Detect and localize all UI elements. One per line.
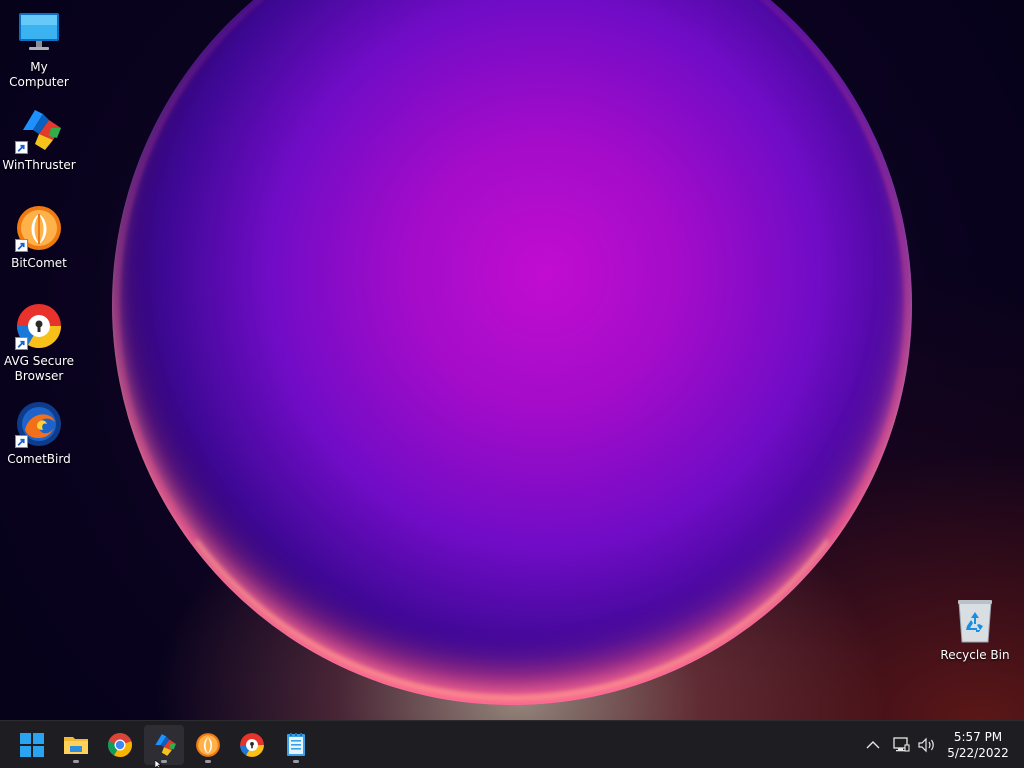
bitcomet-icon	[15, 204, 63, 252]
taskbar-file-explorer[interactable]	[56, 725, 96, 765]
clock-button[interactable]: 5:57 PM 5/22/2022	[940, 729, 1016, 761]
shortcut-arrow-icon	[15, 239, 28, 252]
monitor-icon	[15, 8, 63, 56]
network-icon	[893, 737, 910, 752]
taskbar-chrome[interactable]	[100, 725, 140, 765]
desktop: My Computer WinThruster BitComet AVG Sec…	[0, 0, 1024, 720]
shortcut-arrow-icon	[15, 435, 28, 448]
chevron-up-icon	[866, 741, 880, 749]
windows-logo-icon	[20, 733, 44, 757]
volume-button[interactable]	[915, 721, 939, 768]
taskbar-winthruster[interactable]	[144, 725, 184, 765]
recycle-bin-icon	[951, 596, 999, 644]
start-button[interactable]	[12, 725, 52, 765]
desktop-icon-label: CometBird	[7, 452, 71, 466]
taskbar-bitcomet[interactable]	[188, 725, 228, 765]
notepad-icon	[287, 733, 305, 756]
desktop-icon-recycle-bin[interactable]: Recycle Bin	[936, 596, 1014, 663]
clock-date: 5/22/2022	[947, 746, 1009, 760]
avg-browser-icon	[15, 302, 63, 350]
show-hidden-icons-button[interactable]	[862, 721, 884, 768]
running-indicator	[73, 760, 79, 763]
mouse-cursor-icon	[155, 760, 162, 768]
shortcut-arrow-icon	[15, 337, 28, 350]
running-indicator	[205, 760, 211, 763]
avg-browser-icon	[240, 733, 264, 757]
desktop-icon-cometbird[interactable]: CometBird	[0, 400, 78, 467]
desktop-icon-bitcomet[interactable]: BitComet	[0, 204, 78, 271]
clock-time: 5:57 PM	[953, 730, 1003, 744]
desktop-icon-winthruster[interactable]: WinThruster	[0, 106, 78, 173]
winthruster-icon	[155, 734, 176, 756]
network-button[interactable]	[890, 721, 912, 768]
taskbar-avg-browser[interactable]	[232, 725, 272, 765]
cometbird-icon	[15, 400, 63, 448]
winthruster-icon	[15, 106, 63, 154]
desktop-icon-label: My Computer	[9, 60, 69, 89]
taskbar: 5:57 PM 5/22/2022	[0, 720, 1024, 768]
bitcomet-icon	[196, 733, 220, 757]
chrome-icon	[108, 733, 132, 757]
desktop-icon-label: BitComet	[11, 256, 67, 270]
taskbar-notepad[interactable]	[276, 725, 316, 765]
shortcut-arrow-icon	[15, 141, 28, 154]
wallpaper-orb-rim	[116, 0, 908, 701]
desktop-icon-avg-browser[interactable]: AVG Secure Browser	[0, 302, 78, 384]
volume-icon	[918, 737, 934, 753]
running-indicator	[293, 760, 299, 763]
desktop-icon-label: WinThruster	[2, 158, 76, 172]
folder-icon	[64, 737, 88, 754]
desktop-icon-my-computer[interactable]: My Computer	[0, 8, 78, 90]
desktop-icon-label: Recycle Bin	[940, 648, 1010, 662]
desktop-icon-label: AVG Secure Browser	[3, 354, 75, 383]
